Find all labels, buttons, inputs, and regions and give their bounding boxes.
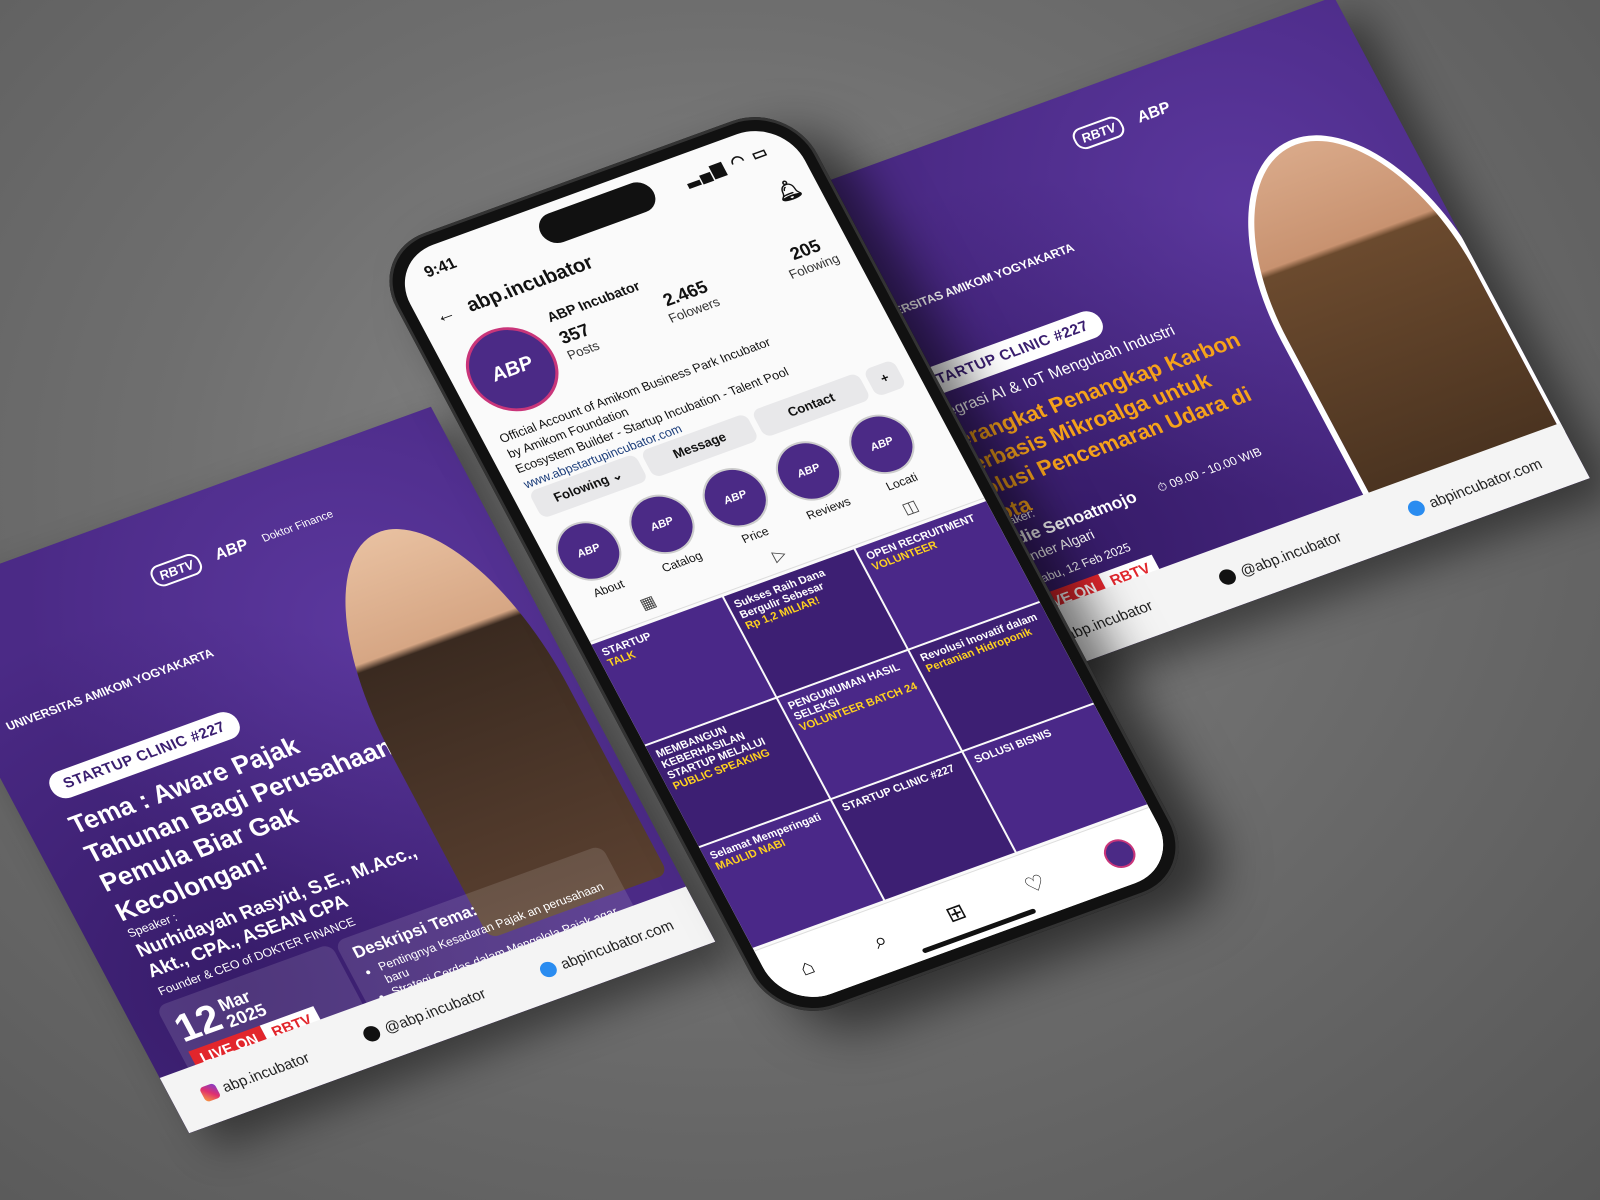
profile-nav-avatar[interactable] bbox=[1098, 835, 1142, 873]
footer-instagram: abp.incubator bbox=[219, 1049, 313, 1096]
grid-tab-icon[interactable]: ▦ bbox=[636, 591, 660, 614]
partner-logos: RBTV ABP bbox=[1069, 97, 1175, 152]
footer-instagram: abp.incubator bbox=[1062, 597, 1156, 644]
rbtv-logo: RBTV bbox=[1069, 113, 1129, 152]
bell-icon[interactable]: 🔔︎ bbox=[771, 175, 807, 206]
back-arrow-icon[interactable]: ← bbox=[431, 302, 461, 329]
doktor-finance-logo: Doktor Finance bbox=[259, 507, 336, 545]
create-post-icon[interactable]: ⊞ bbox=[941, 898, 971, 927]
partner-logos: RBTV ABP Doktor Finance bbox=[146, 503, 338, 590]
university-logo: UNIVERSITAS AMIKOM YOGYAKARTA bbox=[3, 645, 217, 734]
web-icon bbox=[536, 959, 560, 980]
abp-logo: ABP bbox=[1133, 98, 1174, 126]
tiktok-icon bbox=[1216, 567, 1239, 587]
battery-icon: ▭ bbox=[748, 143, 773, 165]
posts-count[interactable]: 357 Posts bbox=[554, 319, 602, 363]
heart-icon[interactable]: ♡ bbox=[1020, 869, 1051, 899]
mockup-stage: UNIVERSITAS AMIKOM YOGYAKARTA RBTV ABP D… bbox=[0, 0, 1600, 1200]
home-icon[interactable]: ⌂ bbox=[795, 954, 820, 982]
abp-logo: ABP bbox=[211, 536, 252, 563]
instagram-icon bbox=[198, 1082, 222, 1103]
web-icon bbox=[1405, 498, 1428, 519]
status-time: 9:41 bbox=[421, 255, 460, 282]
rbtv-logo: RBTV bbox=[146, 551, 207, 590]
tiktok-icon bbox=[360, 1023, 384, 1044]
tagged-tab-icon[interactable]: ◫ bbox=[899, 496, 923, 519]
signal-icon: ▂▄▆ bbox=[681, 159, 730, 189]
footer-tiktok: @abp.incubator bbox=[381, 985, 489, 1037]
wifi-icon: ◠ bbox=[727, 151, 751, 173]
reels-tab-icon[interactable]: ▷ bbox=[769, 544, 790, 566]
search-icon[interactable]: ⌕ bbox=[868, 927, 892, 954]
footer-tiktok: @abp.incubator bbox=[1236, 528, 1345, 580]
